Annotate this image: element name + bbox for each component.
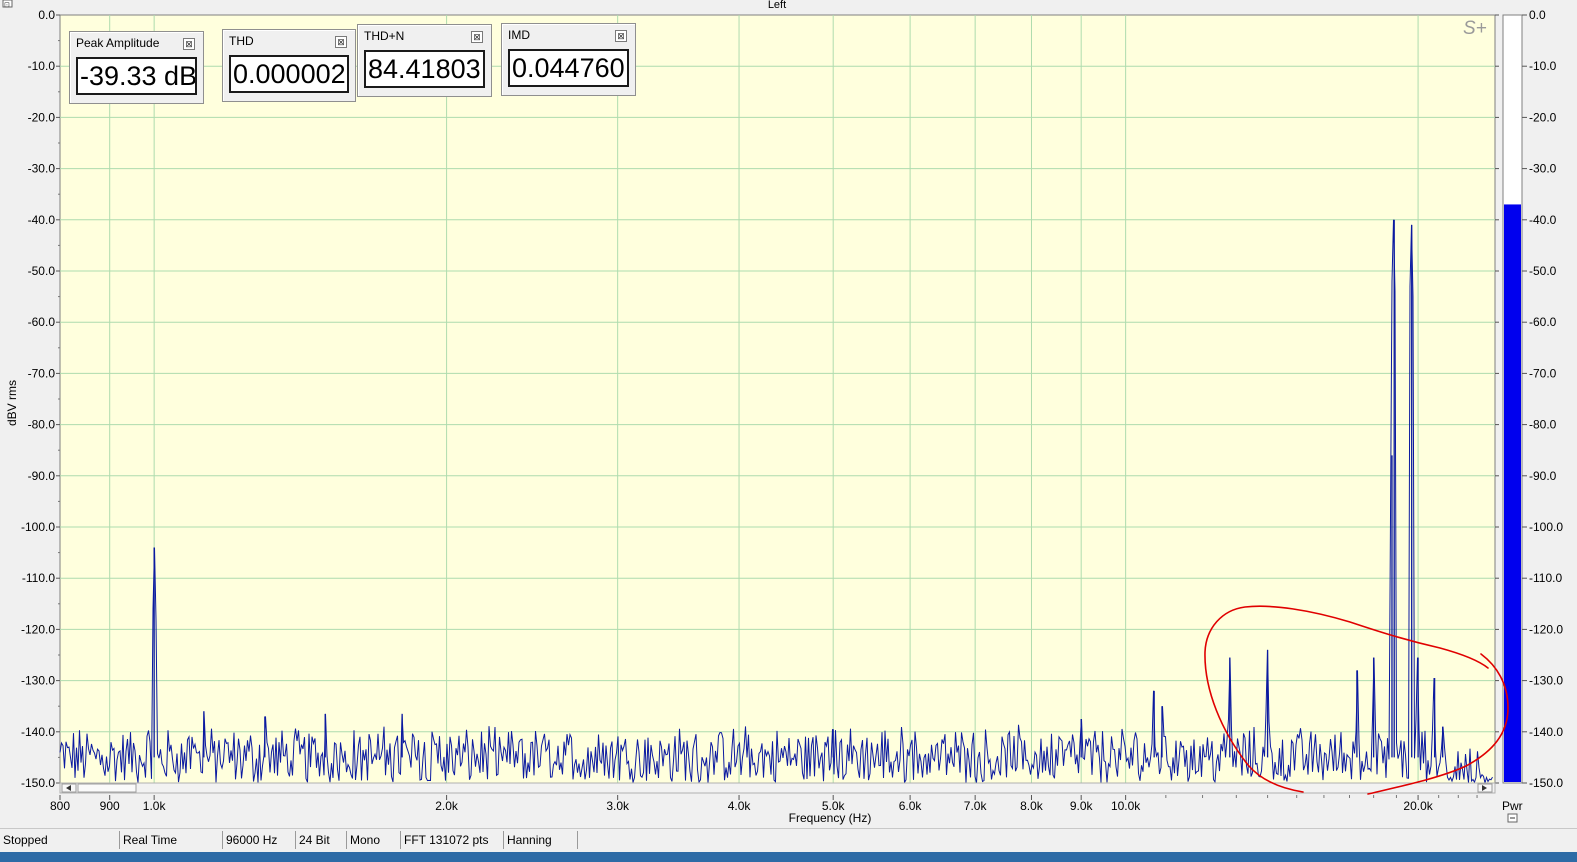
x-tick-label: 4.0k (728, 799, 752, 813)
y-tick-label: -80.0 (28, 418, 56, 432)
power-meter-tick-label: -50.0 (1529, 264, 1557, 278)
x-tick-label: 9.0k (1070, 799, 1094, 813)
meter-title: Peak Amplitude (76, 36, 160, 50)
meter-thd[interactable]: THD ⊠ 0.000002 (222, 29, 356, 102)
y-tick-label: -140.0 (21, 725, 55, 739)
x-axis-label: Frequency (Hz) (789, 811, 872, 825)
y-tick-label: -10.0 (28, 59, 56, 73)
power-meter-tick-label: -10.0 (1529, 59, 1557, 73)
close-icon[interactable]: ⊠ (471, 31, 483, 43)
x-tick-label: 900 (100, 799, 120, 813)
x-tick-label: 6.0k (899, 799, 923, 813)
status-sample-rate: 96000 Hz (222, 831, 295, 849)
y-tick-label: -120.0 (21, 622, 55, 636)
power-meter-tick-label: -120.0 (1529, 622, 1563, 636)
meter-thd-n[interactable]: THD+N ⊠ 84.41803 (357, 24, 492, 97)
status-run-state: Stopped (3, 833, 48, 847)
meter-title: THD+N (364, 29, 405, 43)
meter-imd[interactable]: IMD ⊠ 0.044760 (501, 23, 636, 96)
y-tick-label: -40.0 (28, 213, 56, 227)
y-tick-label: -20.0 (28, 110, 56, 124)
x-tick-label: 3.0k (606, 799, 630, 813)
y-axis-label: dBV rms (5, 380, 19, 426)
status-bit-depth: 24 Bit (295, 831, 345, 849)
close-icon[interactable]: ⊠ (183, 38, 195, 50)
status-mode: Real Time (119, 831, 221, 849)
meter-value: 84.41803 (364, 50, 485, 88)
y-tick-label: 0.0 (38, 8, 55, 22)
power-meter-tick-label: -20.0 (1529, 110, 1557, 124)
power-meter-tick-label: -90.0 (1529, 469, 1557, 483)
power-meter-tick-label: -100.0 (1529, 520, 1563, 534)
y-tick-label: -70.0 (28, 366, 56, 380)
horizontal-scrollbar[interactable] (59, 782, 1496, 794)
x-axis: 800 900 1.0k 2.0k 3.0k 4.0k 5.0k 6.0k 7.0k 8.0k 9.… (50, 795, 1478, 813)
status-fft-size: FFT 131072 pts (400, 831, 502, 849)
taskbar-strip (0, 852, 1577, 862)
x-tick-label: 20.0k (1403, 799, 1433, 813)
scroll-thumb[interactable] (77, 783, 137, 793)
power-meter-tick-label: -60.0 (1529, 315, 1557, 329)
y-tick-label: -50.0 (28, 264, 56, 278)
status-bar: Stopped Real Time 96000 Hz 24 Bit Mono F… (0, 828, 1577, 851)
x-tick-label: 7.0k (964, 799, 988, 813)
window-corner-icon: ⊡ (4, 2, 10, 9)
y-tick-label: -100.0 (21, 520, 55, 534)
status-channels: Mono (346, 831, 399, 849)
power-meter-label: Pwr (1502, 799, 1523, 813)
y-tick-label: -30.0 (28, 162, 56, 176)
meter-title: IMD (508, 28, 530, 42)
power-meter-tick-label: -110.0 (1529, 571, 1562, 585)
power-meter-tick-label: -30.0 (1529, 162, 1557, 176)
power-meter-tick-label: -40.0 (1529, 213, 1557, 227)
y-tick-label: -130.0 (21, 674, 55, 688)
status-window: Hanning (503, 831, 578, 849)
meter-title: THD (229, 34, 254, 48)
x-tick-label: 2.0k (435, 799, 459, 813)
y-tick-label: -90.0 (28, 469, 56, 483)
close-icon[interactable]: ⊠ (615, 30, 627, 42)
power-meter-scale: 0.0 -10.0 -20.0 -30.0 -40.0 -50.0 -60.0 -70.0 -8… (1522, 8, 1563, 790)
y-tick-label: -60.0 (28, 315, 56, 329)
power-meter-tick-label: -150.0 (1529, 776, 1563, 790)
power-meter-tick-label: -140.0 (1529, 725, 1563, 739)
x-tick-label: 800 (50, 799, 70, 813)
meter-value: 0.000002 (229, 55, 349, 93)
x-tick-label: 8.0k (1020, 799, 1044, 813)
power-meter-tick-label: -70.0 (1529, 366, 1557, 380)
meter-peak-amplitude[interactable]: Peak Amplitude ⊠ -39.33 dB (69, 31, 204, 104)
power-meter-tick-label: -80.0 (1529, 418, 1557, 432)
power-meter-tick-label: -130.0 (1529, 674, 1563, 688)
meter-value: 0.044760 (508, 49, 629, 87)
spectrum-plot: Left ⊡ 0.0 -10.0 -20.0 -30.0 -40.0 -50.0 -60.0… (2, 0, 1563, 825)
y-tick-label: -110.0 (22, 571, 55, 585)
x-tick-label: 10.0k (1111, 799, 1141, 813)
x-tick-label: 1.0k (143, 799, 167, 813)
y-tick-label: -150.0 (21, 776, 55, 790)
plot-area (59, 14, 1496, 784)
logo-icon: S+ (1463, 18, 1487, 39)
window-title: Left (768, 0, 786, 11)
meter-value: -39.33 dB (76, 57, 197, 95)
close-icon[interactable]: ⊠ (335, 36, 347, 48)
power-meter-tick-label: 0.0 (1529, 8, 1546, 22)
